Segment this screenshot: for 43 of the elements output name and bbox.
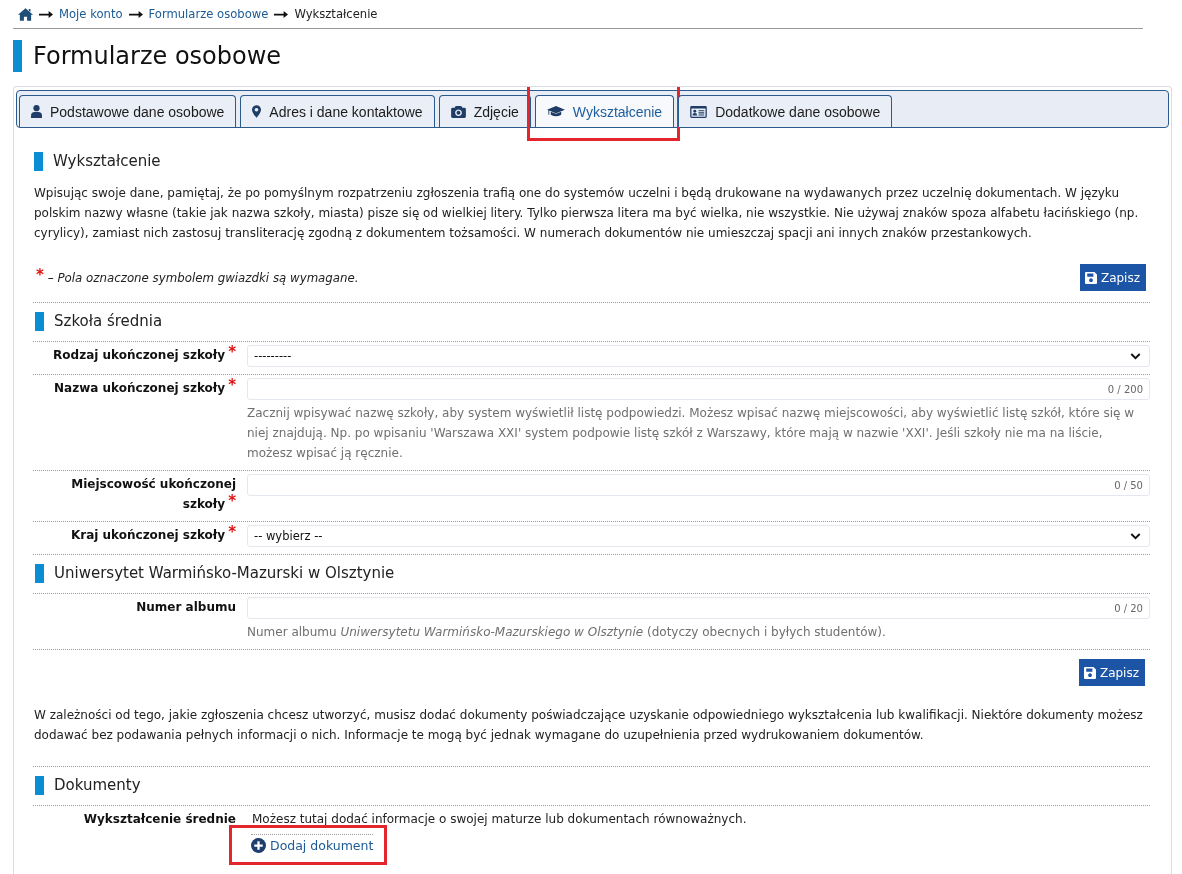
page-title: Formularze osobowe: [13, 40, 1172, 72]
user-icon: [31, 105, 42, 118]
character-counter: 0 / 200: [1107, 383, 1143, 395]
section-heading: Uniwersytet Warmińsko-Mazurski w Olsztynie: [35, 564, 1150, 583]
tab[interactable]: Zdjęcie: [438, 95, 531, 127]
breadcrumb-current: Wykształcenie: [294, 7, 378, 21]
save-button[interactable]: Zapisz: [1079, 264, 1146, 291]
section-heading: Dokumenty: [35, 776, 1150, 795]
select-field[interactable]: -- wybierz --: [247, 525, 1150, 547]
required-note: * – Pola oznaczone symbolem gwiazdki są wymagane.: [35, 270, 359, 285]
plus-circle-icon: [251, 838, 266, 853]
select-field[interactable]: ---------: [247, 345, 1150, 367]
tab[interactable]: Adres i dane kontaktowe: [240, 95, 435, 127]
tab[interactable]: Podstawowe dane osobowe: [19, 95, 237, 127]
text-field[interactable]: 0 / 200: [247, 378, 1150, 400]
breadcrumb-link[interactable]: Moje konto: [59, 7, 123, 21]
graduation-cap-icon: [546, 106, 565, 117]
character-counter: 0 / 20: [1114, 602, 1143, 614]
home-icon[interactable]: [18, 7, 33, 21]
field-label: Wykształcenie średnie: [82, 811, 237, 828]
id-card-icon: [690, 105, 708, 118]
field-help: Zacznij wpisywać nazwę szkoły, aby system wyświetlił listę podpowiedzi. Możesz wpisać nazwę miejscowości, aby wyświetlić listę szkół, które się w niej znajdują. Np. po wpisaniu 'Warszawa XXI' system podpowie listę szkół z Warszawy, które mają w nazwie 'XXI'. Jeśli szkoły nie ma na liście, możesz wpisać ją ręcznie.: [247, 405, 1136, 462]
chevron-down-icon: [1130, 532, 1141, 540]
text-field[interactable]: 0 / 50: [247, 474, 1150, 496]
document-description: Możesz tutaj dodać informacje o swojej maturze lub dokumentach równoważnych.: [251, 811, 748, 828]
arrow-right-icon: [274, 10, 289, 18]
section-heading: Szkoła średnia: [35, 312, 1150, 331]
save-button[interactable]: Zapisz: [1078, 659, 1145, 686]
character-counter: 0 / 50: [1114, 479, 1143, 491]
text-field[interactable]: 0 / 20: [247, 597, 1150, 619]
info-paragraph: W zależności od tego, jakie zgłoszenia chcesz utworzyć, musisz dodać dokumenty poświadczające uzyskanie odpowiedniego wykształcenia lub kwalifikacji. Niektóre dokumenty możesz dodawać bez podawania pełnych informacji o nich. Informacje te mogą być jednak wymagane do uzupełnienia przed wydrukowaniem dokumentów.: [34, 707, 1144, 744]
field-label: Numer albumu: [135, 599, 237, 616]
tab[interactable]: Dodatkowe dane osobowe: [678, 95, 893, 127]
field-help: Numer albumu Uniwersytetu Warmińsko-Mazurskiego w Olsztynie (dotyczy obecnych i byłych studentów).: [247, 624, 887, 641]
add-document-button[interactable]: Dodaj dokument: [251, 838, 374, 857]
breadcrumb-link[interactable]: Formularze osobowe: [148, 7, 269, 21]
section-heading: Wykształcenie: [34, 152, 1150, 171]
chevron-down-icon: [1130, 352, 1141, 360]
arrow-right-icon: [128, 10, 143, 18]
camera-icon: [450, 105, 466, 118]
map-pin-icon: [252, 105, 262, 118]
info-paragraph: Wpisując swoje dane, pamiętaj, że po pomyślnym rozpatrzeniu zgłoszenia trafią one do systemów uczelni i będą drukowane na wydawanych przez uczelnię dokumentach. W języku polskim nazwy własne (takie jak nazwa szkoły, miasta) pisze się od wielkiej litery. Tylko pierwsza litera ma być wielka, nie wszystkie. Nie używaj znaków spoza alfabetu łacińskiego (np. cyrylicy), zamiast nich zastosuj transliterację zgodną z dokumentem tożsamości. W numerach dokumentów nie umieszczaj spacji ani innych znaków przestankowych.: [34, 185, 1140, 242]
arrow-right-icon: [39, 10, 53, 18]
